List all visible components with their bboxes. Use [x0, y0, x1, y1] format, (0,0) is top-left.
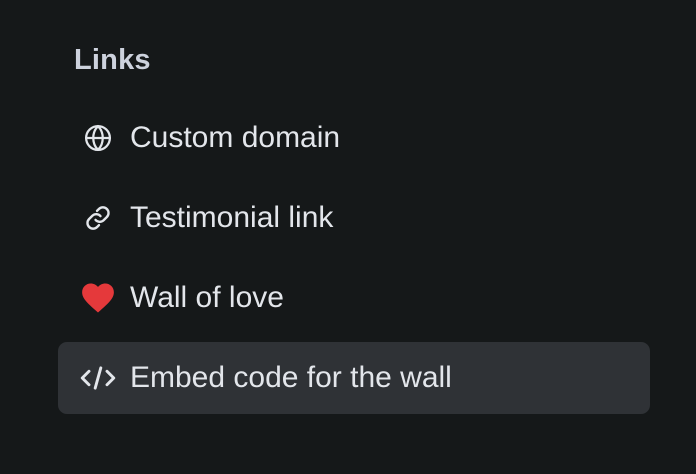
nav-item-label: Embed code for the wall: [130, 361, 452, 394]
nav-item-custom-domain[interactable]: Custom domain: [58, 102, 650, 174]
nav-item-label: Custom domain: [130, 121, 341, 154]
nav-item-wall-of-love[interactable]: Wall of love: [58, 262, 650, 334]
code-icon: [80, 360, 116, 396]
globe-icon: [80, 120, 116, 156]
links-panel: Links Custom domain Testimonial link Wal…: [0, 0, 696, 474]
nav-item-testimonial-link[interactable]: Testimonial link: [58, 182, 650, 254]
section-title-links: Links: [74, 44, 151, 76]
nav-item-label: Wall of love: [130, 281, 284, 314]
nav-item-embed-code[interactable]: Embed code for the wall: [58, 342, 650, 414]
link-icon: [80, 200, 116, 236]
heart-icon: [80, 280, 116, 316]
nav-item-label: Testimonial link: [130, 201, 334, 234]
